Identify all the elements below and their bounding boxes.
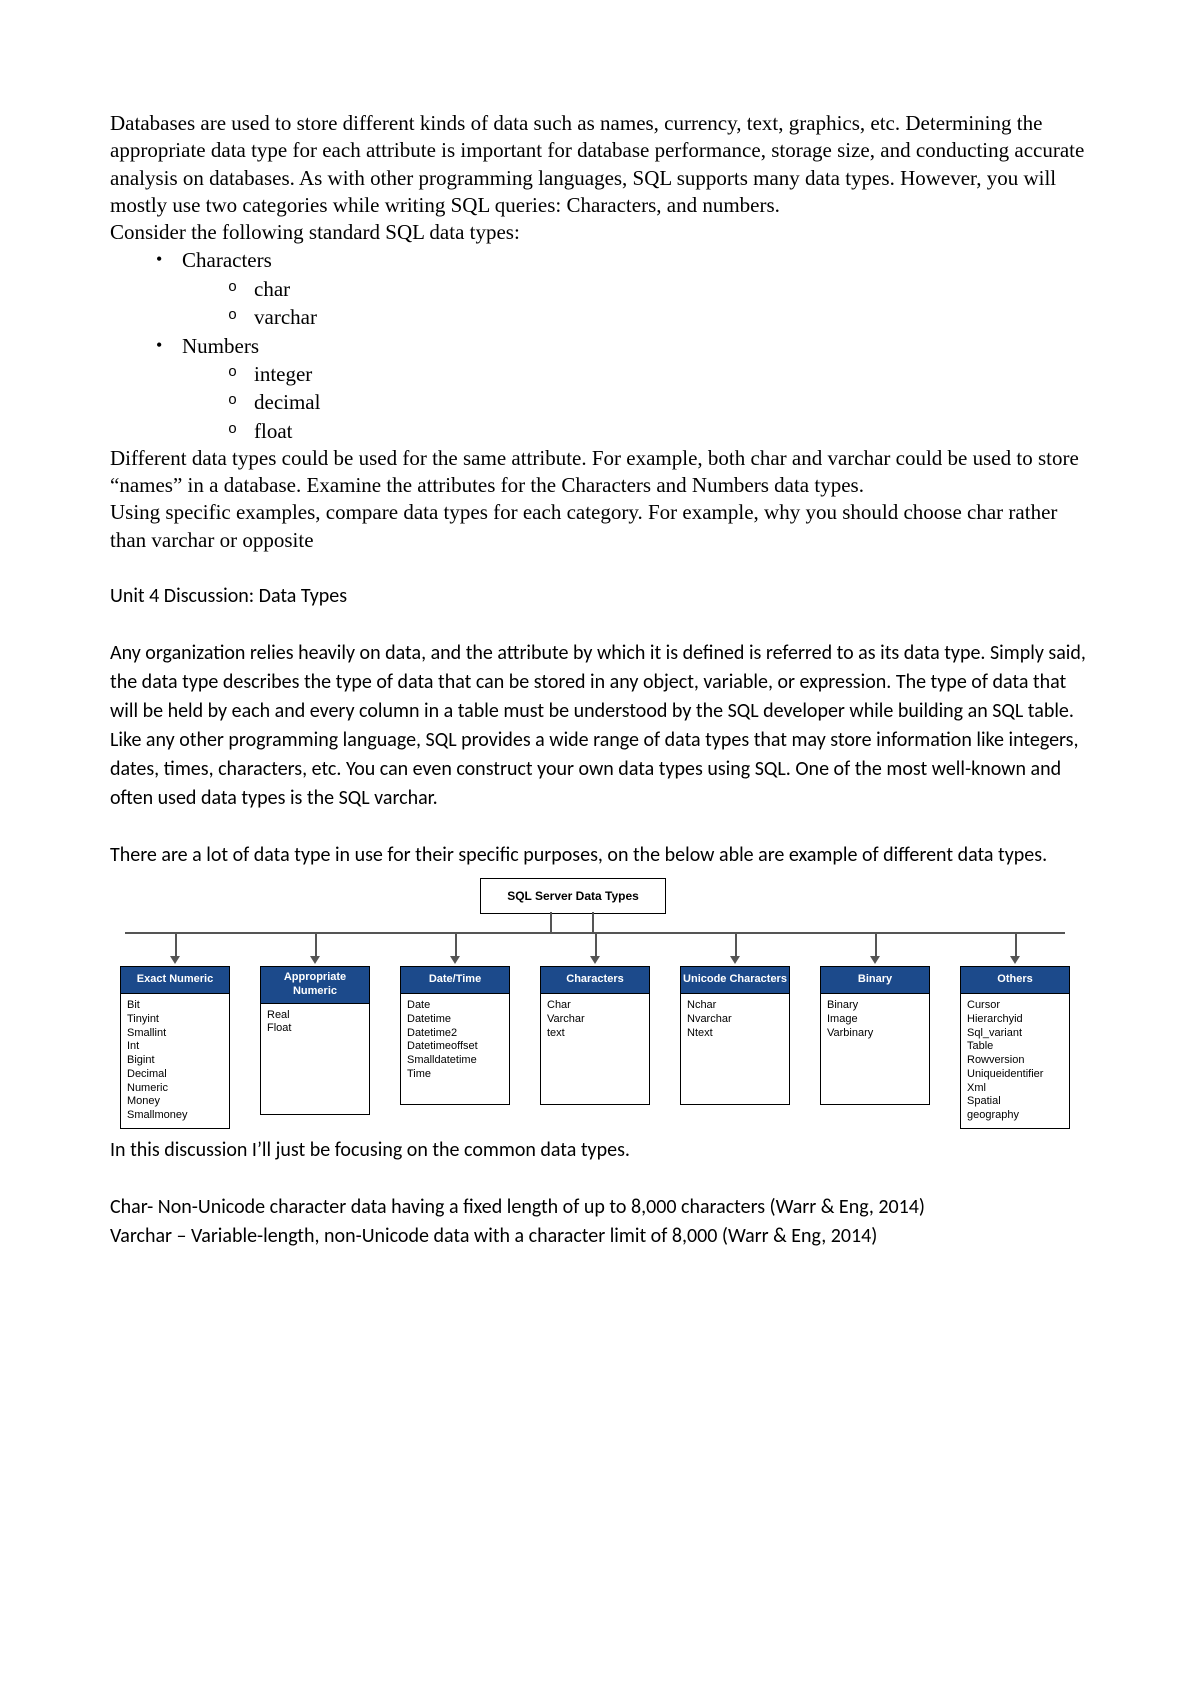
list-item: Numbers integer decimal float	[156, 332, 1090, 445]
body-paragraph: Different data types could be used for t…	[110, 445, 1090, 500]
body-paragraph: Using specific examples, compare data ty…	[110, 499, 1090, 554]
sql-data-type-diagram: SQL Server Data Types Exact NumericBitTi…	[110, 878, 1075, 1118]
diagram-column: BinaryBinaryImageVarbinary	[820, 966, 930, 1105]
diagram-column: Date/TimeDateDatetimeDatetime2Datetimeof…	[400, 966, 510, 1105]
diagram-column-header: Characters	[540, 966, 650, 994]
diagram-column-header: Others	[960, 966, 1070, 994]
diagram-column-header: Binary	[820, 966, 930, 994]
diagram-title: SQL Server Data Types	[480, 878, 666, 914]
diagram-column-body: CharVarchartext	[540, 994, 650, 1105]
diagram-column: OthersCursorHierarchyidSql_variantTableR…	[960, 966, 1070, 1129]
intro-paragraph-1: Databases are used to store different ki…	[110, 110, 1090, 219]
category-label: Characters	[182, 248, 272, 272]
list-item: integer	[228, 360, 1090, 388]
body-paragraph: Char- Non-Unicode character data having …	[110, 1193, 1090, 1222]
list-item: char	[228, 275, 1090, 303]
list-item: varchar	[228, 303, 1090, 331]
body-paragraph: In this discussion I’ll just be focusing…	[110, 1136, 1090, 1165]
section-heading: Unit 4 Discussion: Data Types	[110, 582, 1090, 611]
list-item: decimal	[228, 388, 1090, 416]
diagram-column-body: NcharNvarcharNtext	[680, 994, 790, 1105]
body-paragraph: Any organization relies heavily on data,…	[110, 639, 1090, 813]
top-bullet-list: Characters char varchar Numbers integer …	[156, 246, 1090, 444]
diagram-column-body: CursorHierarchyidSql_variantTableRowvers…	[960, 994, 1070, 1129]
diagram-column: Unicode CharactersNcharNvarcharNtext	[680, 966, 790, 1105]
diagram-column-header: Appropriate Numeric	[260, 966, 370, 1004]
body-paragraph: Varchar – Variable-length, non-Unicode d…	[110, 1222, 1090, 1251]
body-paragraph: There are a lot of data type in use for …	[110, 841, 1090, 870]
list-item: Characters char varchar	[156, 246, 1090, 331]
diagram-column-header: Date/Time	[400, 966, 510, 994]
sub-list: integer decimal float	[228, 360, 1090, 445]
diagram-column-body: DateDatetimeDatetime2DatetimeoffsetSmall…	[400, 994, 510, 1105]
diagram-column: CharactersCharVarchartext	[540, 966, 650, 1105]
diagram-column-header: Unicode Characters	[680, 966, 790, 994]
diagram-column-body: BitTinyintSmallintIntBigintDecimalNumeri…	[120, 994, 230, 1129]
diagram-column: Exact NumericBitTinyintSmallintIntBigint…	[120, 966, 230, 1129]
document-page: Databases are used to store different ki…	[0, 0, 1200, 1698]
category-label: Numbers	[182, 334, 259, 358]
diagram-column-header: Exact Numeric	[120, 966, 230, 994]
intro-paragraph-2: Consider the following standard SQL data…	[110, 219, 1090, 246]
diagram-column-body: BinaryImageVarbinary	[820, 994, 930, 1105]
list-item: float	[228, 417, 1090, 445]
diagram-column-body: RealFloat	[260, 1004, 370, 1115]
diagram-column: Appropriate NumericRealFloat	[260, 966, 370, 1115]
sub-list: char varchar	[228, 275, 1090, 332]
